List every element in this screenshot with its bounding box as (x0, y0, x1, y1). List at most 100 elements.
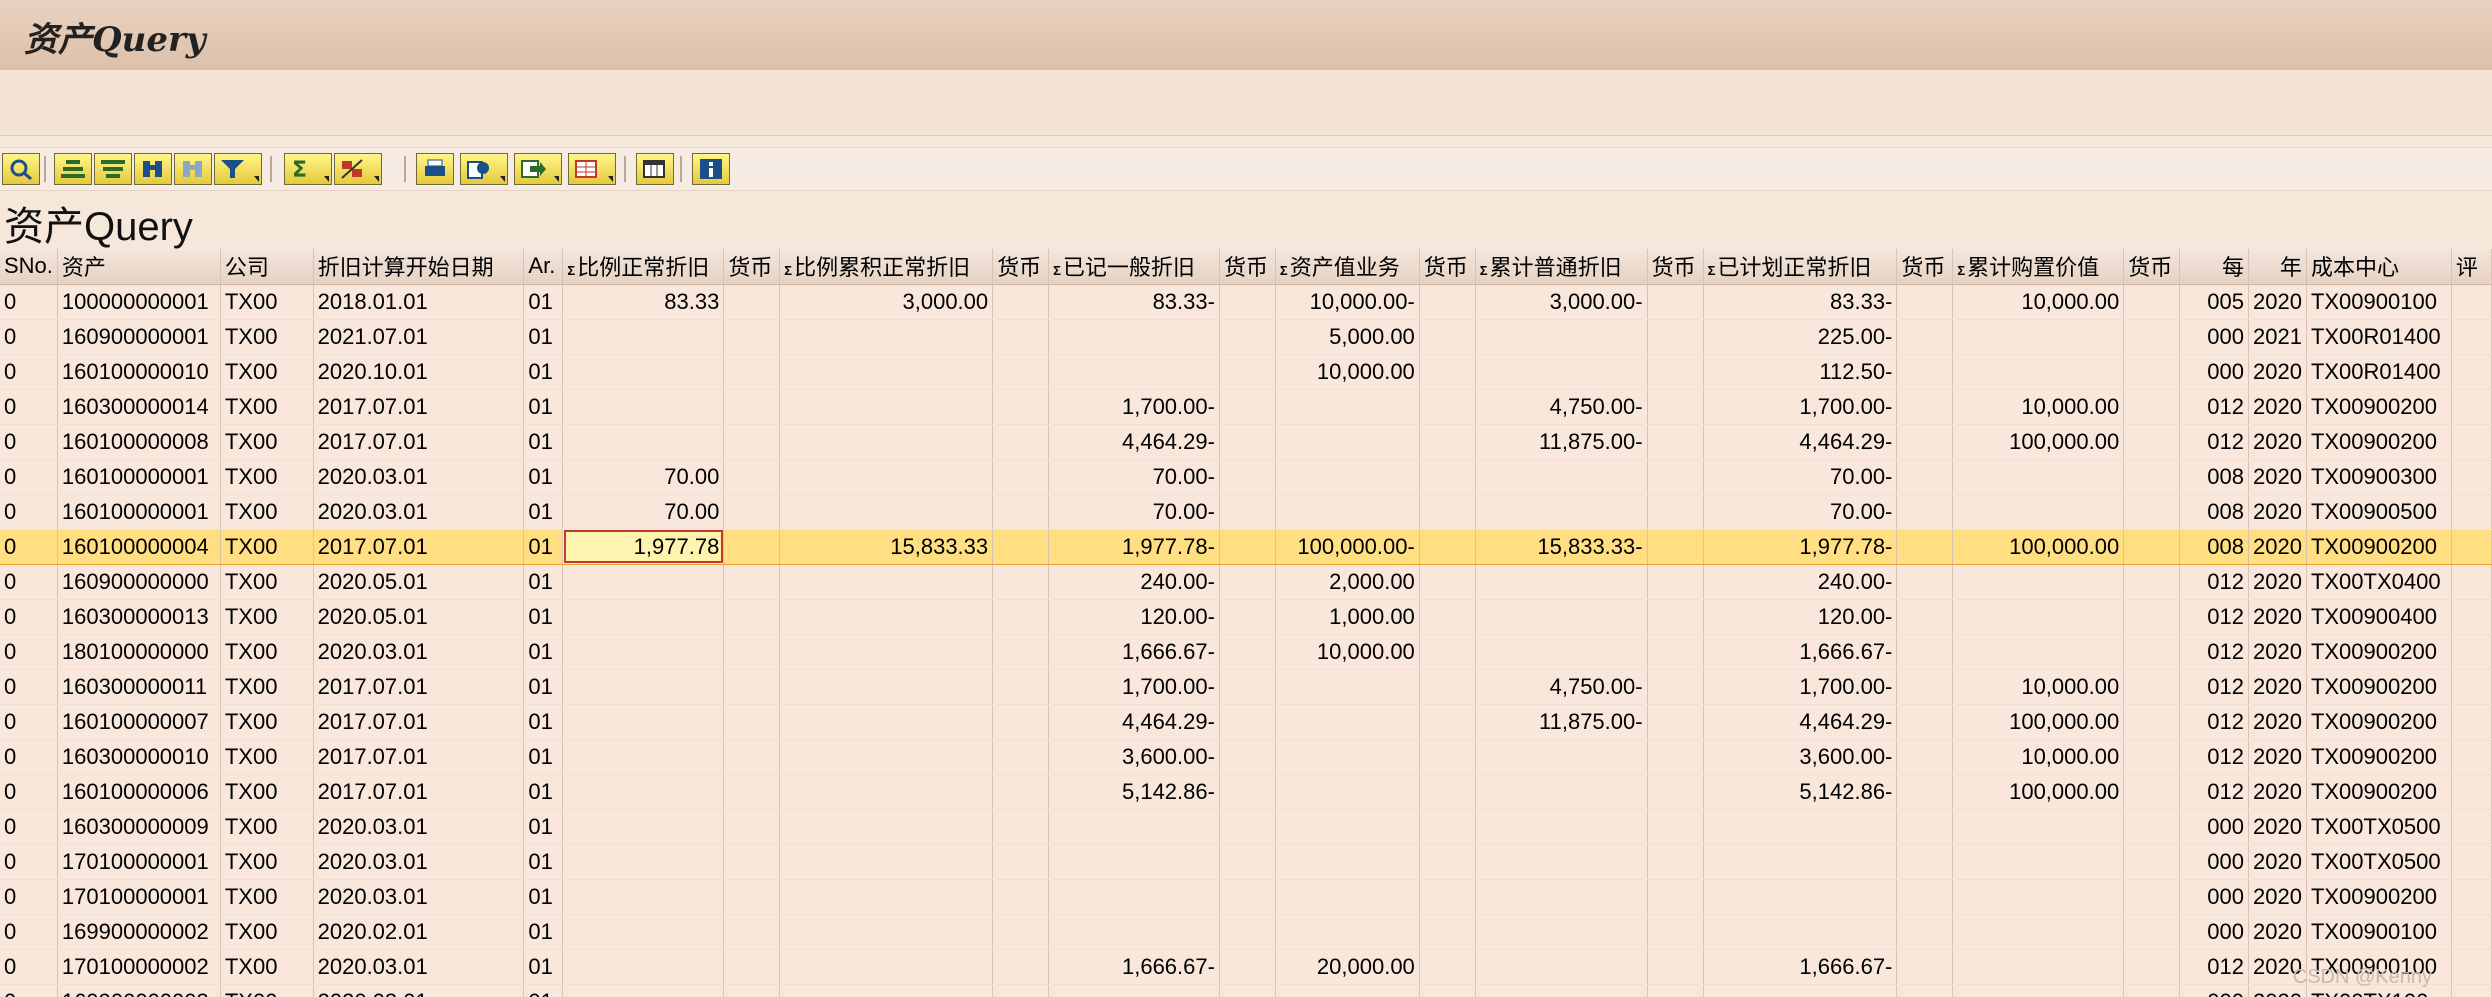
table-cell[interactable] (1475, 634, 1648, 670)
table-cell[interactable]: TX00 (220, 528, 314, 565)
table-cell[interactable]: 70.00- (1703, 459, 1898, 495)
table-cell[interactable] (723, 879, 781, 915)
table-cell[interactable] (1419, 284, 1476, 320)
table-cell[interactable] (2451, 389, 2492, 425)
table-cell[interactable] (779, 704, 994, 740)
table-cell[interactable]: 01 (523, 914, 564, 950)
table-cell[interactable]: 3,000.00- (1475, 284, 1648, 320)
table-cell[interactable]: TX00 (220, 389, 314, 425)
table-cell[interactable] (1219, 528, 1276, 565)
table-cell[interactable] (1896, 389, 1954, 425)
table-cell[interactable]: 4,750.00- (1475, 669, 1648, 705)
table-cell[interactable] (779, 914, 994, 950)
table-cell[interactable]: TX00 (220, 599, 314, 635)
table-cell[interactable]: 1,666.67- (1703, 634, 1898, 670)
table-cell[interactable]: 10,000.00 (1952, 389, 2125, 425)
table-cell[interactable]: 01 (523, 528, 564, 565)
table-cell[interactable] (1048, 879, 1220, 915)
table-cell[interactable] (1275, 844, 1420, 880)
table-cell[interactable]: 0 (0, 528, 58, 565)
column-header[interactable]: 公司 (220, 249, 314, 285)
table-cell[interactable]: 2021 (2248, 319, 2307, 355)
table-cell[interactable] (1703, 844, 1898, 880)
table-cell[interactable] (723, 424, 781, 460)
table-cell[interactable] (992, 389, 1050, 425)
table-cell[interactable]: 0 (0, 739, 58, 775)
table-cell[interactable]: TX00900200 (2306, 389, 2452, 425)
table-cell[interactable]: 10,000.00 (1952, 739, 2125, 775)
table-cell[interactable] (2451, 774, 2492, 810)
table-cell[interactable] (723, 634, 781, 670)
table-cell[interactable] (562, 739, 725, 775)
table-cell[interactable] (1219, 704, 1276, 740)
table-cell[interactable]: TX00 (220, 704, 314, 740)
table-cell[interactable] (1896, 809, 1954, 845)
table-cell[interactable]: 2018.01.01 (313, 284, 525, 320)
table-cell[interactable]: 0 (0, 914, 58, 950)
table-cell[interactable] (1219, 914, 1276, 950)
print-preview-button[interactable] (416, 153, 454, 185)
table-cell[interactable] (1275, 809, 1420, 845)
table-cell[interactable] (1896, 669, 1954, 705)
table-cell[interactable]: 2020 (2248, 599, 2307, 635)
table-cell[interactable]: 2017.07.01 (313, 739, 525, 775)
table-cell[interactable] (723, 739, 781, 775)
table-cell[interactable] (1647, 844, 1704, 880)
table-cell[interactable] (992, 634, 1050, 670)
table-cell[interactable] (2123, 459, 2181, 495)
table-cell[interactable] (723, 284, 781, 320)
table-cell[interactable] (1952, 599, 2125, 635)
table-cell[interactable]: 2020 (2248, 424, 2307, 460)
table-cell[interactable] (2451, 319, 2492, 355)
table-cell[interactable]: 160100000010 (57, 354, 221, 390)
table-cell[interactable]: 1,666.67- (1048, 949, 1220, 985)
table-cell[interactable]: TX00 (220, 634, 314, 670)
column-header[interactable]: Ar. (523, 249, 564, 285)
table-cell[interactable]: 112.50- (1703, 354, 1898, 390)
table-cell[interactable]: TX00 (220, 949, 314, 985)
table-cell[interactable]: 20,000.00 (1275, 949, 1420, 985)
table-cell[interactable] (1419, 914, 1476, 950)
table-cell[interactable] (1952, 354, 2125, 390)
column-header[interactable]: 年 (2248, 249, 2307, 285)
table-cell[interactable]: TX00 (220, 984, 314, 997)
table-cell[interactable]: 1,700.00- (1703, 669, 1898, 705)
table-cell[interactable] (779, 984, 994, 997)
table-cell[interactable] (1419, 879, 1476, 915)
table-cell[interactable]: 2020 (2248, 879, 2307, 915)
table-cell[interactable]: 01 (523, 984, 564, 997)
information-button[interactable] (692, 153, 730, 185)
table-cell[interactable] (1896, 949, 1954, 985)
table-cell[interactable]: 100,000.00 (1952, 774, 2125, 810)
table-cell[interactable] (2123, 284, 2181, 320)
table-cell[interactable] (1048, 984, 1220, 997)
table-cell[interactable]: TX00900200 (2306, 739, 2452, 775)
table-row[interactable]: 0 160300000010 TX00 2017.07.01 01 3,600.00- 3,… (0, 739, 2492, 775)
table-cell[interactable]: 000 (2179, 914, 2249, 950)
table-row[interactable]: 0 160100000001 TX00 2020.03.01 01 70.00 70.00-… (0, 459, 2492, 495)
table-cell[interactable]: 01 (523, 389, 564, 425)
table-cell[interactable] (1419, 949, 1476, 985)
column-header[interactable]: 货币 (1896, 249, 1954, 285)
table-cell[interactable] (562, 669, 725, 705)
table-cell[interactable] (1475, 879, 1648, 915)
table-cell[interactable]: 2020.05.01 (313, 564, 525, 600)
table-cell[interactable] (1419, 389, 1476, 425)
table-cell[interactable]: 1,700.00- (1703, 389, 1898, 425)
table-cell[interactable] (1219, 774, 1276, 810)
table-cell[interactable]: TX00900200 (2306, 634, 2452, 670)
table-cell[interactable]: 2020 (2248, 564, 2307, 600)
table-cell[interactable] (1647, 424, 1704, 460)
table-cell[interactable] (992, 599, 1050, 635)
table-cell[interactable] (1419, 599, 1476, 635)
find-next-button[interactable] (174, 153, 212, 185)
table-row[interactable]: 0 170100000001 TX00 2020.03.01 01 000 2020 TX00… (0, 879, 2492, 915)
table-cell[interactable]: 169900000002 (57, 914, 221, 950)
table-cell[interactable] (1896, 424, 1954, 460)
table-cell[interactable] (1952, 319, 2125, 355)
table-cell[interactable]: 2,000.00 (1275, 564, 1420, 600)
table-cell[interactable]: 0 (0, 704, 58, 740)
table-cell[interactable]: 0 (0, 599, 58, 635)
table-cell[interactable]: 4,750.00- (1475, 389, 1648, 425)
table-cell[interactable] (723, 528, 781, 565)
